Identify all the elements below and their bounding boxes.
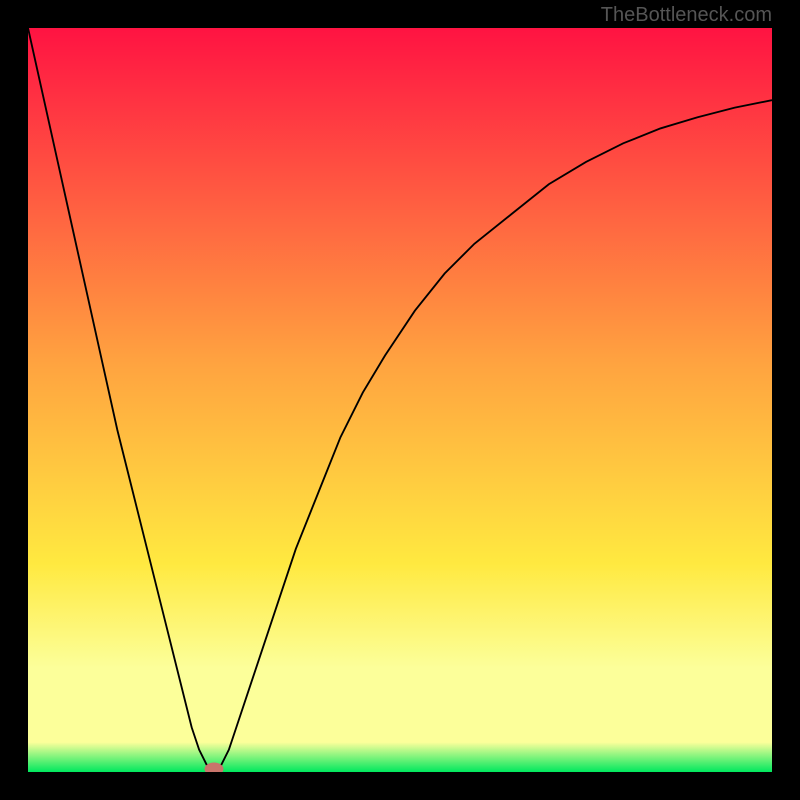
chart-svg <box>28 28 772 772</box>
chart-frame: TheBottleneck.com <box>0 0 800 800</box>
optimal-point-marker <box>205 763 223 772</box>
gradient-background <box>28 28 772 772</box>
watermark-text: TheBottleneck.com <box>601 4 772 27</box>
plot-area <box>28 28 772 772</box>
